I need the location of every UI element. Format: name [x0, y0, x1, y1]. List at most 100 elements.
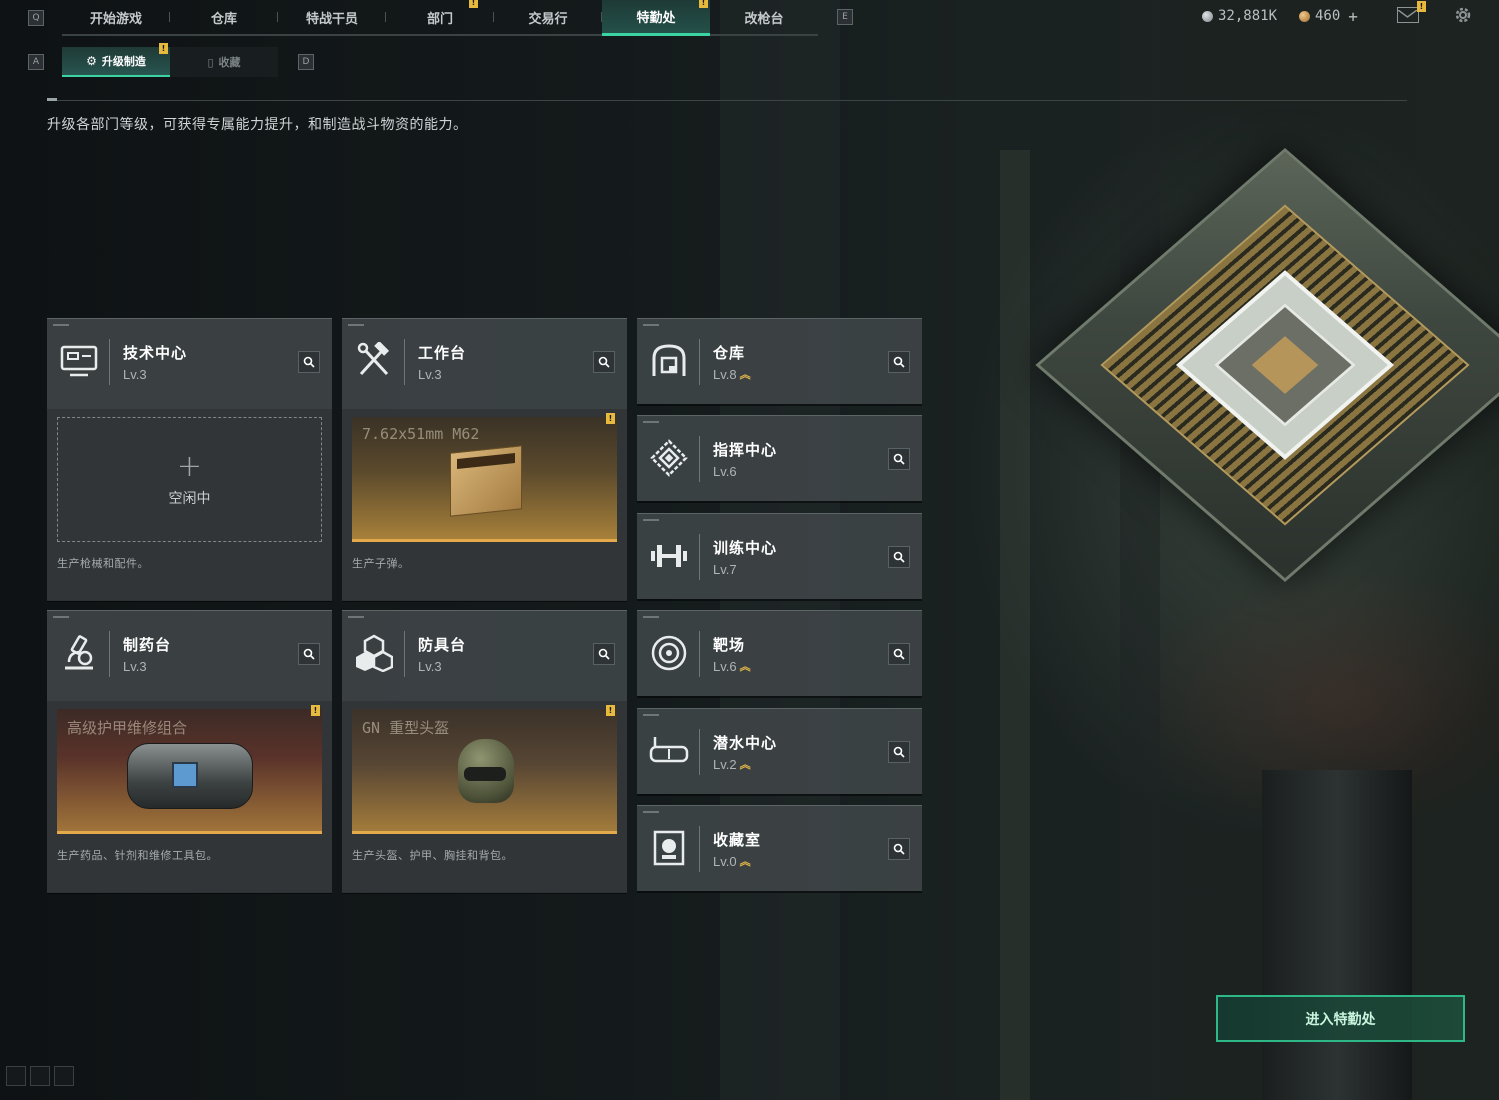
currency-premium: 460 + — [1299, 7, 1358, 26]
add-currency-button[interactable]: + — [1348, 7, 1358, 26]
dept-card-workbench[interactable]: 工作台 Lv.3 7.62x51mm M62 ! 生产子弹。 — [342, 318, 627, 601]
gear-icon[interactable] — [1452, 4, 1474, 26]
tab-operators[interactable]: 特战干员 — [278, 0, 386, 34]
level-text: Lv.7 — [713, 562, 737, 577]
item-name: GN 重型头盔 — [362, 719, 450, 737]
search-button[interactable] — [888, 643, 910, 665]
level-text: Lv.3 — [123, 367, 147, 382]
tab-label: 特勤处 — [636, 11, 676, 26]
notification-badge: ! — [311, 705, 320, 716]
card-body: + 空闲中 生产枪械和配件。 — [47, 409, 332, 601]
card-body: GN 重型头盔 ! 生产头盔、护甲、胸挂和背包。 — [342, 701, 627, 893]
coin-icon — [1202, 10, 1213, 22]
background-column — [1000, 150, 1030, 1100]
notification-badge: ! — [606, 705, 615, 716]
dept-level: Lv.7 — [713, 562, 737, 577]
search-button[interactable] — [298, 643, 320, 665]
search-button[interactable] — [593, 351, 615, 373]
subtab-collection[interactable]: ▯ 收藏 — [170, 47, 278, 77]
search-button[interactable] — [888, 351, 910, 373]
tab-department[interactable]: 部门! — [386, 0, 494, 34]
search-icon — [893, 551, 905, 563]
dept-level: Lv.6 — [713, 464, 737, 479]
upgrade-arrow-icon: ︽ — [739, 660, 751, 673]
dept-level: Lv.6 ︽ — [713, 659, 751, 674]
item-name: 7.62x51mm M62 — [362, 425, 480, 443]
search-icon — [893, 648, 905, 660]
tab-warehouse[interactable]: 仓库 — [170, 0, 278, 34]
notification-badge: ! — [699, 0, 708, 8]
search-icon — [893, 356, 905, 368]
card-body: 7.62x51mm M62 ! 生产子弹。 — [342, 409, 627, 601]
dept-card-shooting-range[interactable]: 靶场 Lv.6 ︽ — [637, 610, 922, 696]
search-icon — [893, 746, 905, 758]
dept-card-diving-center[interactable]: 潜水中心 Lv.2 ︽ — [637, 708, 922, 794]
key-hint-a: A — [28, 54, 44, 70]
level-text: Lv.3 — [418, 367, 442, 382]
currency-main-value: 32,881K — [1218, 8, 1278, 24]
search-button[interactable] — [888, 741, 910, 763]
dept-level: Lv.2 ︽ — [713, 757, 751, 772]
notification-badge: ! — [159, 43, 168, 54]
production-slot-active[interactable]: 7.62x51mm M62 ! — [352, 413, 617, 542]
top-nav: 开始游戏 仓库 特战干员 部门! 交易行 特勤处! 改枪台 — [62, 0, 818, 36]
tab-start-game[interactable]: 开始游戏 — [62, 0, 170, 34]
dept-level: Lv.3 — [418, 367, 442, 382]
dept-card-warehouse[interactable]: 仓库 Lv.8 ︽ — [637, 318, 922, 404]
tab-label: 改枪台 — [744, 11, 784, 27]
tab-label: 部门 — [426, 11, 453, 27]
repair-kit-bag-image — [127, 743, 253, 809]
search-button[interactable] — [888, 546, 910, 568]
card-header: 制药台 Lv.3 — [47, 611, 332, 697]
top-nav-left-key: Q — [28, 0, 44, 36]
dept-card-tech-center[interactable]: 技术中心 Lv.3 + 空闲中 生产枪械和配件。 — [47, 318, 332, 601]
search-icon — [303, 648, 315, 660]
tab-label: 特战干员 — [305, 11, 358, 27]
search-icon — [598, 356, 610, 368]
search-button[interactable] — [888, 838, 910, 860]
subtab-upgrade-craft[interactable]: ⚙ 升级制造 ! — [62, 43, 170, 77]
production-slot-active[interactable]: 高级护甲维修组合 ! — [57, 705, 322, 834]
dept-description: 生产药品、针剂和维修工具包。 — [57, 849, 218, 862]
production-slot-idle[interactable]: + 空闲中 — [57, 417, 322, 542]
search-icon — [598, 648, 610, 660]
search-button[interactable] — [298, 351, 320, 373]
dept-name: 仓库 — [713, 344, 746, 362]
tab-gunsmith[interactable]: 改枪台 — [710, 0, 818, 34]
level-text: Lv.6 — [713, 659, 737, 674]
dept-level: Lv.0 ︽ — [713, 854, 751, 869]
subtab-label: 收藏 — [218, 56, 241, 69]
bottom-toolbar — [6, 1066, 74, 1086]
subtab-label: 升级制造 — [101, 55, 146, 68]
dept-name: 收藏室 — [713, 831, 762, 849]
dept-level: Lv.3 — [123, 367, 147, 382]
dept-description: 生产子弹。 — [352, 557, 410, 570]
production-slot-active[interactable]: GN 重型头盔 ! — [352, 705, 617, 834]
tab-trading[interactable]: 交易行 — [494, 0, 602, 34]
top-nav-right-key: E — [837, 9, 853, 25]
dept-card-collection-room[interactable]: 收藏室 Lv.0 ︽ — [637, 805, 922, 891]
collection-icon: ▯ — [207, 55, 214, 69]
craft-icon: ⚙ — [86, 54, 97, 68]
toolbar-slot[interactable] — [30, 1066, 50, 1086]
target-icon — [647, 633, 691, 673]
tab-special-ops[interactable]: 特勤处! — [602, 0, 710, 36]
upgrade-arrow-icon: ︽ — [739, 758, 751, 771]
toolbar-slot[interactable] — [54, 1066, 74, 1086]
mail-icon[interactable]: ! — [1397, 1, 1426, 23]
plus-icon: + — [176, 448, 203, 484]
toolbar-slot[interactable] — [6, 1066, 26, 1086]
dept-card-training-center[interactable]: 训练中心 Lv.7 — [637, 513, 922, 599]
dept-card-command-center[interactable]: 指挥中心 Lv.6 — [637, 415, 922, 501]
search-button[interactable] — [888, 448, 910, 470]
key-hint-e: E — [837, 9, 853, 25]
divider — [47, 100, 1407, 101]
search-icon — [893, 843, 905, 855]
level-text: Lv.3 — [123, 659, 147, 674]
dept-card-armor-bench[interactable]: 防具台 Lv.3 GN 重型头盔 ! 生产头盔、护甲、胸挂和背包。 — [342, 610, 627, 893]
dept-description: 生产头盔、护甲、胸挂和背包。 — [352, 849, 513, 862]
enter-special-ops-button[interactable]: 进入特勤处 — [1216, 995, 1465, 1042]
command-icon — [647, 438, 691, 478]
dept-card-pharmacy[interactable]: 制药台 Lv.3 高级护甲维修组合 ! 生产药品、针剂和维修工具包。 — [47, 610, 332, 893]
search-button[interactable] — [593, 643, 615, 665]
